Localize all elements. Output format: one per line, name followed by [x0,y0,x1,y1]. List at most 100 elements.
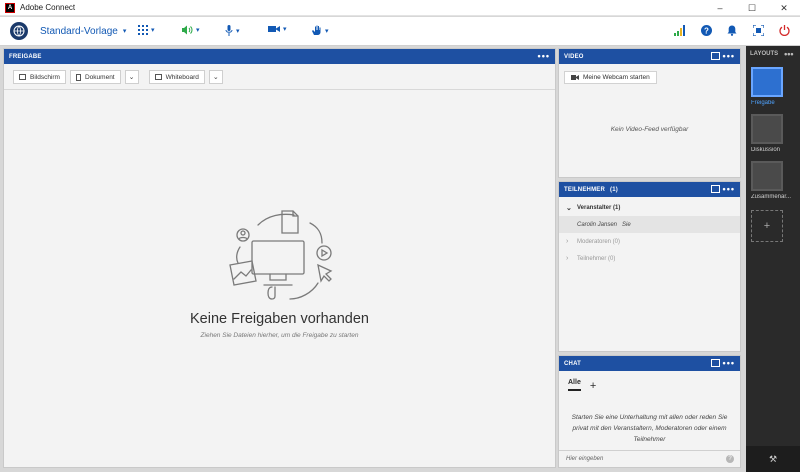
chevron-down-icon: ⌄ [212,74,219,81]
layout-item-discussion[interactable]: Diskussion [751,114,793,157]
camera-icon [268,26,280,32]
pod-options-icon[interactable]: ••• [723,51,735,61]
chevron-down-icon: ▾ [283,26,287,33]
share-toolbar: Bildschirm Dokument ⌄ Whiteboard ⌄ [4,68,555,86]
network-icon [674,24,685,36]
participant-group-presenters[interactable]: › Moderatoren (0) [559,233,740,250]
chat-input[interactable]: Hier eingeben ? [559,450,740,467]
layouts-header: LAYOUTS ••• [746,46,800,61]
empty-share-subtitle: Ziehen Sie Dateien hierher, um die Freig… [200,332,359,339]
connect-globe-icon[interactable] [10,22,28,40]
maximize-pod-icon[interactable] [711,185,720,193]
layouts-options-icon[interactable]: ••• [784,49,793,59]
chat-pod-title: CHAT [564,360,582,367]
share-illustration-icon [229,210,333,300]
minimize-button[interactable]: – [704,0,736,16]
fullscreen-icon [752,24,764,36]
whiteboard-options-button[interactable]: ⌄ [208,70,223,84]
network-status-button[interactable] [674,24,686,36]
microphone-icon [225,25,233,36]
start-webcam-label: Meine Webcam starten [583,74,650,81]
monitor-icon [19,74,26,80]
group-label: Moderatoren (0) [577,238,621,245]
chevron-down-icon: ▾ [151,27,155,34]
chevron-down-icon: ⌄ [128,74,135,81]
whiteboard-icon [154,74,162,80]
chat-tab-all[interactable]: Alle [568,379,581,391]
chevron-right-icon: › [566,255,569,262]
layout-label: Diskussion [751,147,781,153]
participant-suffix: Sie [622,221,631,228]
share-screen-button[interactable]: Bildschirm [13,70,66,84]
template-selector[interactable]: Standard-Vorlage ▾ [40,26,126,37]
chat-empty-info: Starten Sie eine Unterhaltung mit allen … [571,414,728,443]
power-icon [778,24,790,36]
camera-menu[interactable]: ▾ [268,25,287,33]
window-controls: – ☐ ✕ [704,0,800,16]
chevron-right-icon: › [566,238,569,245]
share-pod: FREIGABE ••• Bildschirm Dokument ⌄ White… [3,48,556,468]
layouts-footer: ⚒ [746,446,800,472]
layouts-sidebar: LAYOUTS ••• Freigabe Diskussion Zusammen… [746,46,800,472]
chat-pod-header: CHAT ••• [559,356,740,371]
group-label: Teilnehmer (0) [577,255,616,262]
pod-options-icon[interactable]: ••• [723,358,735,368]
add-layout-button[interactable]: + [751,210,783,242]
speaker-menu[interactable]: ▾ [181,25,200,35]
participant-group-attendees[interactable]: › Teilnehmer (0) [559,250,740,267]
raise-hand-menu[interactable]: ▾ [311,25,329,36]
document-options-button[interactable]: ⌄ [124,70,139,84]
notifications-button[interactable] [726,24,738,36]
chat-input-placeholder: Hier eingeben [566,456,604,462]
share-document-button[interactable]: Dokument [69,70,121,84]
microphone-menu[interactable]: ▾ [225,25,240,36]
end-meeting-button[interactable] [778,24,790,36]
add-chat-tab-button[interactable]: + [590,381,596,392]
pod-options-icon[interactable]: ••• [538,51,550,61]
apps-menu[interactable]: ▾ [138,25,155,35]
fullscreen-button[interactable] [752,24,764,36]
participant-name: Carolin Jansen [577,221,618,228]
participants-pod-title: TEILNEHMER [564,186,605,193]
help-button[interactable]: ? [700,24,712,36]
document-icon [75,73,81,81]
layout-label: Zusammenar... [751,194,792,200]
layout-thumbnail [751,67,783,97]
layout-item-collaboration[interactable]: Zusammenar... [751,161,793,204]
chevron-down-icon: ▾ [236,27,240,35]
participants-count: (1) [610,186,618,193]
chevron-down-icon: ▾ [122,28,127,35]
maximize-pod-icon[interactable] [711,359,720,367]
tools-icon[interactable]: ⚒ [769,454,777,465]
pod-options-icon[interactable]: ••• [723,184,735,194]
no-video-feed-text: Kein Video-Feed verfügbar [610,126,689,133]
layout-item-share[interactable]: Freigabe [751,67,793,110]
share-screen-label: Bildschirm [30,73,60,81]
template-name: Standard-Vorlage [40,25,118,37]
raise-hand-icon [312,25,321,35]
maximize-button[interactable]: ☐ [736,0,768,16]
close-button[interactable]: ✕ [768,0,800,16]
share-whiteboard-label: Whiteboard [165,73,199,81]
participants-pod-header: TEILNEHMER (1) ••• [559,182,740,197]
share-pod-title: FREIGABE [9,53,42,60]
camera-icon [571,75,579,80]
adobe-connect-logo-icon: A [5,2,15,13]
start-webcam-button[interactable]: Meine Webcam starten [564,71,657,84]
layout-label: Freigabe [751,100,775,106]
participant-group-hosts[interactable]: ⌄ Veranstalter (1) [559,199,740,216]
share-whiteboard-button[interactable]: Whiteboard [148,70,205,84]
window-titlebar: A Adobe Connect – ☐ ✕ [0,0,800,16]
maximize-pod-icon[interactable] [711,52,720,60]
chat-help-icon[interactable]: ? [726,455,734,463]
speaker-icon [182,25,193,35]
participant-row[interactable]: Carolin Jansen Sie [559,216,740,233]
chevron-down-icon: ⌄ [566,204,572,212]
notifications-icon [727,25,737,36]
help-icon: ? [700,24,712,36]
participants-pod: TEILNEHMER (1) ••• ⌄ Veranstalter (1) Ca… [558,181,741,352]
video-pod: VIDEO ••• Meine Webcam starten Kein Vide… [558,48,741,178]
share-toolbar-divider [4,89,555,90]
video-pod-header: VIDEO ••• [559,49,740,64]
share-document-label: Dokument [84,73,115,81]
